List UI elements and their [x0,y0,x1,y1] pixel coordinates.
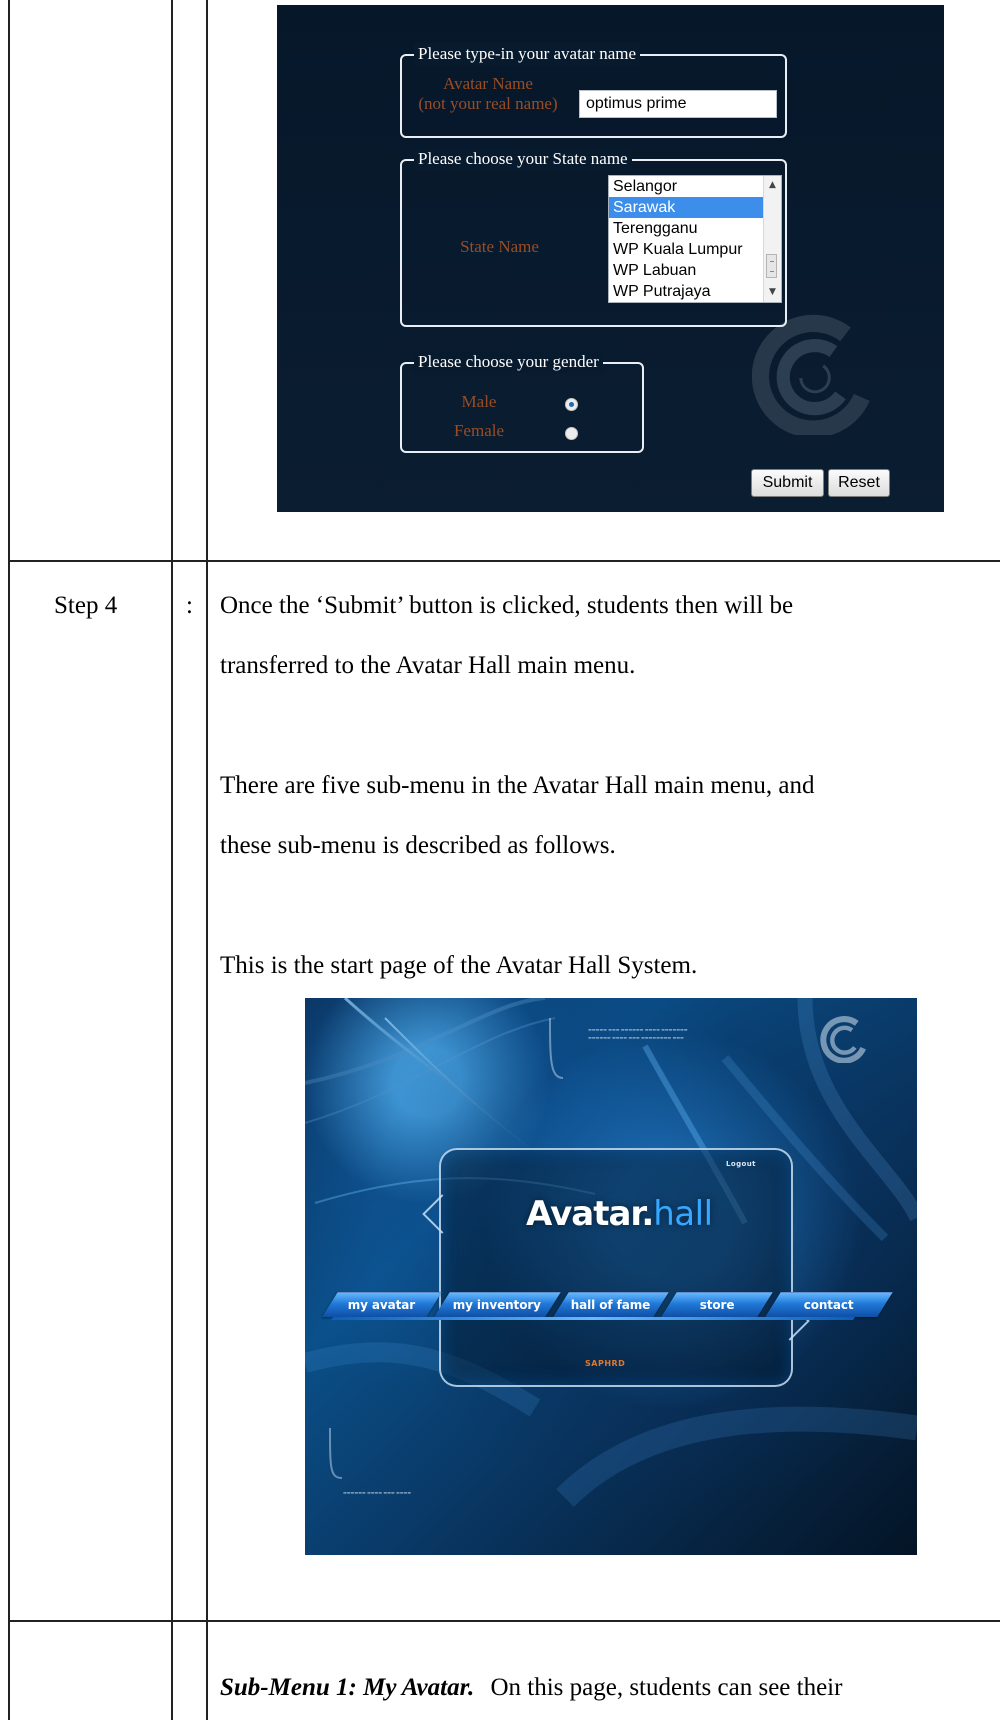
footer-label: SAPHRD [585,1359,626,1368]
state-scrollbar[interactable]: ▲ ▼ [763,176,781,302]
state-name-fieldset: Please choose your State name State Name… [400,148,787,327]
menu-item-hall-of-fame[interactable]: hall of fame [553,1292,669,1317]
sub-menu-heading: Sub-Menu 1: My Avatar. On this page, stu… [220,1675,842,1700]
header-fine-print: ▬▬▬▬▬▬ ▬▬▬▬ ▬▬▬ ▬▬▬▬▬▬▬▬ ▬▬▬ [588,1035,684,1040]
state-option-selected[interactable]: Sarawak [609,197,781,218]
menu-item-my-inventory[interactable]: my inventory [434,1292,561,1317]
state-name-legend: Please choose your State name [414,148,632,170]
reset-button[interactable]: Reset [828,469,890,497]
avatar-name-fieldset: Please type-in your avatar name Avatar N… [400,43,787,138]
menu-item-store[interactable]: store [661,1292,773,1317]
step-paragraph1-line2: transferred to the Avatar Hall main menu… [220,652,636,679]
step-paragraph1-line1: Once the ‘Submit’ button is clicked, stu… [220,576,996,636]
step-paragraph2-line1: There are five sub-menu in the Avatar Ha… [220,756,996,816]
state-listbox[interactable]: Selangor Sarawak Terengganu WP Kuala Lum… [608,175,782,303]
avatar-name-label-line1: Avatar Name [443,74,533,93]
menu-item-contact[interactable]: contact [765,1292,893,1317]
scroll-up-arrow-icon[interactable]: ▲ [767,180,778,191]
female-radio[interactable] [565,427,578,440]
gender-fieldset: Please choose your gender Male Female [400,351,644,453]
footer-fine-print: ▬▬▬▬▬▬ ▬▬▬▬ ▬▬▬ ▬▬▬▬ [343,1490,412,1495]
swirl-logo-icon [820,1016,866,1063]
avatar-name-legend: Please type-in your avatar name [414,43,641,65]
menu-item-my-avatar[interactable]: my avatar [322,1292,442,1317]
swirl-logo-icon [752,314,870,435]
step-description: Once the ‘Submit’ button is clicked, stu… [220,576,996,996]
avatar-name-label: Avatar Name (not your real name) [404,74,572,114]
scroll-down-arrow-icon[interactable]: ▼ [767,287,778,298]
hall-title-part: hall [653,1194,713,1234]
sub-menu-title: Sub-Menu 1: My Avatar. [220,1674,475,1701]
step-paragraph3: This is the start page of the Avatar Hal… [220,952,698,979]
gender-legend: Please choose your gender [414,351,603,373]
state-option[interactable]: WP Labuan [609,260,781,281]
state-option[interactable]: WP Kuala Lumpur [609,239,781,260]
step-paragraph1-line1-text: Once the ‘Submit’ button is clicked, stu… [220,592,794,619]
female-label: Female [453,421,505,440]
step-label: Step 4 [54,592,118,619]
step-colon: : [186,592,193,619]
table-step-column-divider [171,0,173,1720]
menu-item-contact-label: contact [803,1298,854,1312]
avatar-name-label-line2: (not your real name) [418,94,558,113]
sub-menu-text: On this page, students can see their [490,1674,843,1701]
avatar-hall-screenshot: ▬▬▬▬▬ ▬▬▬ ▬▬▬▬▬▬ ▬▬▬▬ ▬▬▬▬▬▬▬ ▬▬▬▬▬▬ ▬▬▬… [305,998,917,1555]
male-radio[interactable] [565,398,578,411]
scroll-thumb[interactable] [766,254,777,278]
avatar-registration-screenshot: Please type-in your avatar name Avatar N… [277,5,944,512]
step-paragraph2-line2: these sub-menu is described as follows. [220,832,616,859]
menu-item-my-avatar-label: my avatar [348,1298,416,1312]
menu-item-my-inventory-label: my inventory [453,1298,542,1312]
logout-link[interactable]: Logout [726,1160,756,1168]
submit-button[interactable]: Submit [751,469,824,497]
step-paragraph2-line1-text: There are five sub-menu in the Avatar Ha… [220,772,815,799]
state-option[interactable]: Selangor [609,176,781,197]
menu-item-store-label: store [699,1298,735,1312]
state-name-label: State Name [460,237,539,256]
avatar-hall-title: Avatar.hall [526,1195,713,1233]
state-option[interactable]: Terengganu [609,218,781,239]
main-menu-panel [439,1148,793,1387]
table-colon-column-divider [206,0,208,1720]
avatar-name-input[interactable] [579,90,777,118]
table-row-divider-2 [8,1620,1000,1622]
header-fine-print: ▬▬▬▬▬ ▬▬▬ ▬▬▬▬▬▬ ▬▬▬▬ ▬▬▬▬▬▬▬ [588,1027,688,1032]
menu-item-hall-of-fame-label: hall of fame [570,1298,651,1312]
menu-underline [331,1317,855,1320]
male-label: Male [461,392,497,411]
table-row-divider-1 [8,560,1000,562]
table-left-border [8,0,10,1720]
state-option[interactable]: WP Putrajaya [609,281,781,302]
main-menu-bar: my avatar my inventory hall of fame stor… [322,1292,900,1317]
avatar-title-part: Avatar. [526,1194,654,1234]
